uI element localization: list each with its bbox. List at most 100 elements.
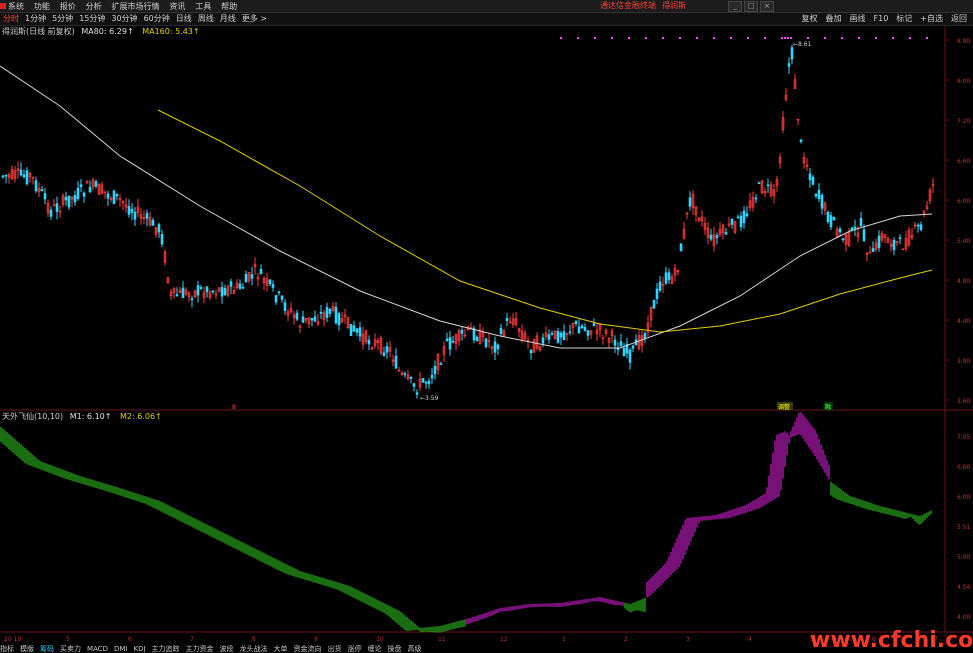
indicator-tab[interactable]: 模版 xyxy=(20,645,34,652)
candle-body xyxy=(433,366,437,375)
period-tab[interactable]: 日线 xyxy=(173,13,195,25)
tool-button[interactable]: 画线 xyxy=(846,13,870,25)
price-tick: 8.80 xyxy=(957,38,971,45)
close-icon[interactable]: × xyxy=(760,1,774,12)
indicator-tab[interactable]: 高级 xyxy=(408,645,422,652)
candle-body xyxy=(424,381,428,384)
signal-dot xyxy=(781,37,783,39)
candle-body xyxy=(196,285,200,296)
candle-body xyxy=(1,175,5,178)
event-marker: 调整 xyxy=(778,403,790,411)
menu-quote[interactable]: 报价 xyxy=(60,1,76,13)
indicator-tab[interactable]: 主力资金 xyxy=(186,645,214,652)
ma160-line xyxy=(157,109,933,333)
menu-news[interactable]: 资讯 xyxy=(169,1,185,13)
tool-button[interactable]: 复权 xyxy=(798,13,822,25)
period-tab[interactable]: 1分钟 xyxy=(22,13,49,25)
period-tab[interactable]: 分时 xyxy=(0,13,22,25)
indicator-tab[interactable]: 资金流向 xyxy=(294,645,322,652)
restore-icon[interactable]: □ xyxy=(744,1,758,12)
menu-analysis[interactable]: 分析 xyxy=(86,1,102,13)
price-tick: 3.90 xyxy=(957,358,971,365)
period-tab[interactable]: 30分钟 xyxy=(108,13,140,25)
indicator-tab[interactable]: 主力追踪 xyxy=(152,645,180,652)
candle-body xyxy=(325,307,329,318)
menu-function[interactable]: 功能 xyxy=(34,1,50,13)
candle-body xyxy=(853,226,857,229)
candle-body xyxy=(679,243,683,252)
indicator-tab[interactable]: 买卖力 xyxy=(60,645,81,652)
menu-system[interactable]: 系统 xyxy=(0,0,24,12)
event-marker: 8 xyxy=(232,404,236,411)
indicator-tab[interactable]: DMI xyxy=(114,645,128,652)
period-tab[interactable]: 月线 xyxy=(217,13,239,25)
menu-tools[interactable]: 工具 xyxy=(195,1,211,13)
candle-body xyxy=(829,215,833,228)
tool-button[interactable]: 标记 xyxy=(892,13,916,25)
signal-dot xyxy=(747,37,749,39)
sub-legend: 天外飞仙(10,10) M1: 6.10↑ M2: 6.06↑ xyxy=(2,412,168,422)
menu-ext-market[interactable]: 扩展市场行情 xyxy=(112,1,160,13)
candle-body xyxy=(301,316,305,323)
indicator-tab[interactable]: 波段 xyxy=(220,645,234,652)
indicator-tab[interactable]: MACD xyxy=(87,645,108,652)
candle-body xyxy=(313,316,317,322)
minimize-icon[interactable]: _ xyxy=(728,1,742,12)
candle-body xyxy=(160,234,164,245)
candle-body xyxy=(244,274,248,283)
signal-dot xyxy=(824,37,826,39)
candle-body xyxy=(496,344,500,350)
price-tick: 3.60 xyxy=(957,398,971,405)
signal-dot xyxy=(926,37,928,39)
candle-body xyxy=(352,325,356,332)
candle-body xyxy=(871,248,875,252)
candle-body xyxy=(430,374,434,379)
indicator-tab[interactable]: 操盘 xyxy=(388,645,402,652)
period-tab[interactable]: 60分钟 xyxy=(141,13,173,25)
price-tick: 6.00 xyxy=(957,198,971,205)
tool-button[interactable]: 返回 xyxy=(947,13,971,25)
candle-body xyxy=(559,332,563,338)
signal-dot xyxy=(662,37,664,39)
candle-body xyxy=(628,349,632,363)
candle-body xyxy=(259,269,263,275)
candle-body xyxy=(127,206,131,215)
candle-body xyxy=(211,290,215,293)
candle-body xyxy=(22,174,26,178)
tool-button[interactable]: F10 xyxy=(870,13,893,25)
tool-button[interactable]: +自选 xyxy=(916,13,947,25)
indicator-tab[interactable]: 涨停 xyxy=(348,645,362,652)
kline-chart[interactable]: 8.80 8.00 7.20 6.60 6.00 5.40 4.80 4.40 3.90 3.60… xyxy=(0,26,973,644)
signal-dot xyxy=(875,37,877,39)
candle-body xyxy=(745,213,749,217)
candle-body xyxy=(820,195,824,209)
indicator-tab[interactable]: 出货 xyxy=(328,645,342,652)
date-tick: 5 xyxy=(66,636,70,643)
sub-tick: 6.60 xyxy=(957,464,971,471)
indicator-tab[interactable]: KDJ xyxy=(133,645,145,652)
candle-body xyxy=(145,213,149,219)
period-tab[interactable]: 15分钟 xyxy=(76,13,108,25)
indicator-tab[interactable]: 龙头战法 xyxy=(240,645,268,652)
main-legend-title: 得润斯(日线 前复权) xyxy=(2,27,75,36)
period-tab[interactable]: 5分钟 xyxy=(49,13,76,25)
period-tab[interactable]: 周线 xyxy=(195,13,217,25)
indicator-tab[interactable]: 缠论 xyxy=(368,645,382,652)
menu-help[interactable]: 帮助 xyxy=(221,1,237,13)
sub-legend-title: 天外飞仙(10,10) xyxy=(2,412,64,421)
price-tick: 7.20 xyxy=(957,118,971,125)
indicator-tab[interactable]: 指标 xyxy=(0,645,14,652)
m1-value: M1: 6.10↑ xyxy=(69,412,112,421)
candle-body xyxy=(730,219,734,225)
candle-body xyxy=(841,238,845,241)
period-tab[interactable]: 更多 > xyxy=(239,13,270,25)
indicator-tab[interactable]: 大单 xyxy=(274,645,288,652)
candle-body xyxy=(445,338,449,342)
candle-body xyxy=(739,215,743,227)
price-tick: 4.40 xyxy=(957,318,971,325)
watermark: www.cfchi.com xyxy=(810,628,973,653)
tool-button[interactable]: 叠加 xyxy=(822,13,846,25)
indicator-tab[interactable]: 筹码 xyxy=(40,645,54,652)
candle-body xyxy=(130,208,134,213)
window-controls: _ □ × xyxy=(728,1,776,12)
